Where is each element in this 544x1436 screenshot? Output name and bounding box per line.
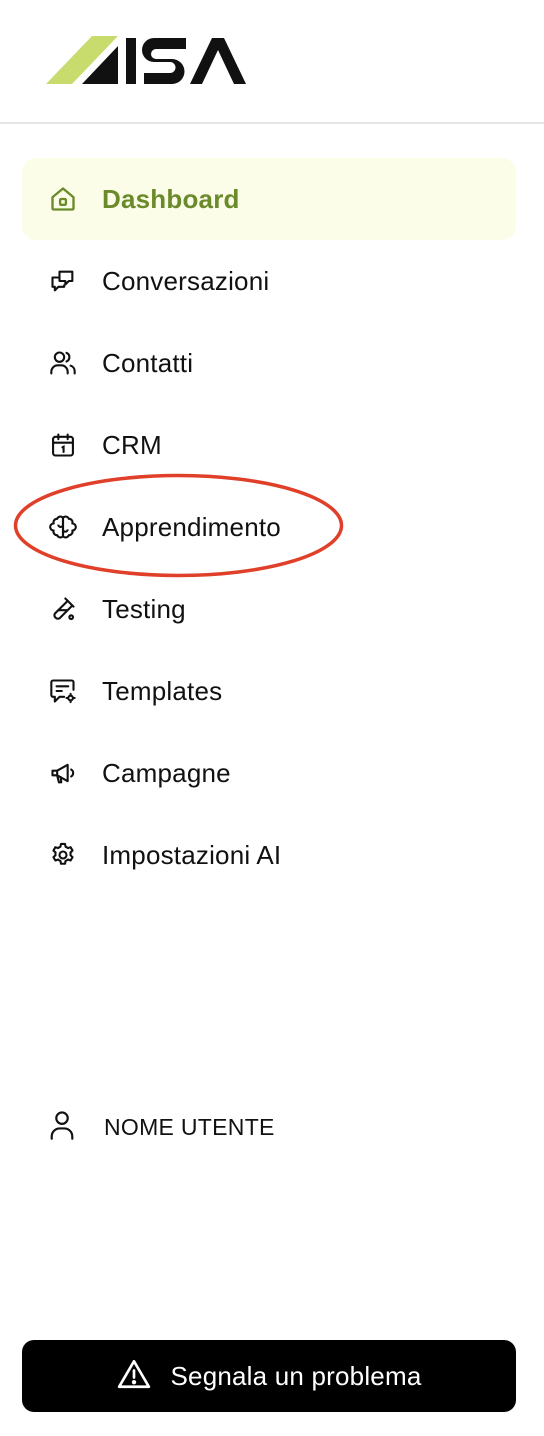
nav-label-campagne: Campagne [102,757,231,788]
report-problem-button[interactable]: Segnala un problema [22,1340,516,1412]
isa-logo [46,36,246,84]
nav-item-crm[interactable]: CRM [22,404,516,486]
warning-icon [117,1358,151,1395]
user-name: NOME UTENTE [104,1113,275,1140]
sidebar-nav: Dashboard Conversazioni Contatti CRM App… [22,158,516,896]
user-profile[interactable]: NOME UTENTE [48,1108,275,1146]
nav-label-conversazioni: Conversazioni [102,265,270,296]
brain-icon [48,512,78,542]
nav-label-contatti: Contatti [102,347,194,378]
nav-item-conversazioni[interactable]: Conversazioni [22,240,516,322]
gear-icon [48,840,78,870]
nav-label-dashboard: Dashboard [102,183,240,214]
home-icon [48,184,78,214]
nav-label-impostazioni-ai: Impostazioni AI [102,839,282,870]
nav-item-apprendimento[interactable]: Apprendimento [22,486,516,568]
report-problem-label: Segnala un problema [170,1360,422,1391]
nav-label-templates: Templates [102,675,223,706]
user-icon [48,1109,76,1146]
users-icon [48,348,78,378]
nav-item-dashboard[interactable]: Dashboard [22,158,516,240]
message-settings-icon [48,676,78,706]
nav-item-campagne[interactable]: Campagne [22,732,516,814]
logo-header [0,0,544,124]
nav-label-testing: Testing [102,593,186,624]
nav-item-contatti[interactable]: Contatti [22,322,516,404]
chat-bubbles-icon [48,266,78,296]
megaphone-icon [48,758,78,788]
nav-label-apprendimento: Apprendimento [102,511,281,542]
nav-label-crm: CRM [102,429,162,460]
nav-item-impostazioni-ai[interactable]: Impostazioni AI [22,814,516,896]
flask-icon [48,594,78,624]
nav-item-testing[interactable]: Testing [22,568,516,650]
calendar-icon [48,430,78,460]
nav-item-templates[interactable]: Templates [22,650,516,732]
